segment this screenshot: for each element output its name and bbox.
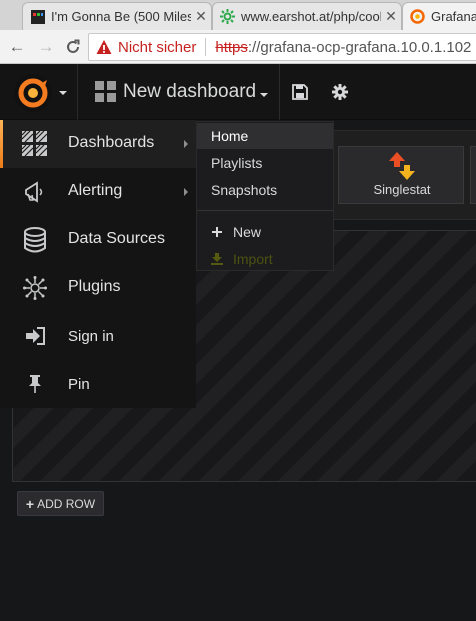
- panel-option-partial[interactable]: [470, 146, 476, 204]
- url-divider: [205, 38, 207, 56]
- url-scheme: https: [215, 38, 248, 56]
- chevron-right-icon: [184, 188, 188, 196]
- sidemenu-label: Data Sources: [68, 230, 165, 247]
- chevron-down-icon: [59, 91, 67, 95]
- sidemenu-label: Plugins: [68, 278, 121, 295]
- sidemenu-label: Pin: [68, 376, 90, 393]
- submenu-item-home[interactable]: Home: [197, 123, 333, 149]
- spinner-icon: [220, 9, 235, 24]
- sidemenu-label: Alerting: [68, 182, 123, 199]
- forward-icon[interactable]: →: [35, 36, 57, 58]
- grafana-icon: [410, 9, 425, 24]
- sidemenu-item-dashboards[interactable]: Dashboards: [0, 120, 196, 168]
- sidemenu-item-alerting[interactable]: Alerting: [0, 168, 196, 216]
- browser-tab-1[interactable]: I'm Gonna Be (500 Miles) ✕: [22, 2, 212, 30]
- submenu-label: New: [233, 224, 262, 240]
- warning-icon[interactable]: [96, 39, 112, 55]
- sidemenu-item-plugins[interactable]: Plugins: [0, 264, 196, 312]
- chevron-right-icon: [184, 140, 188, 148]
- security-label[interactable]: Nicht sicher: [118, 39, 196, 56]
- database-icon: [22, 227, 48, 253]
- grafana-logo-icon: [14, 74, 52, 112]
- sidemenu-item-data-sources[interactable]: Data Sources: [0, 216, 196, 264]
- sign-in-icon: [22, 323, 48, 349]
- active-indicator: [0, 120, 3, 168]
- browser-tab-3[interactable]: Grafana: [402, 2, 476, 30]
- dashboards-grid-icon: [95, 81, 117, 108]
- sidemenu-item-sign-in[interactable]: Sign in: [0, 312, 196, 360]
- grafana-navbar: New dashboard: [0, 64, 476, 120]
- pin-icon: [22, 371, 48, 397]
- singlestat-icon: [389, 152, 415, 185]
- dashboard-picker[interactable]: New dashboard: [80, 64, 280, 120]
- submenu-label: Playlists: [211, 155, 263, 171]
- browser-tab-2[interactable]: www.earshot.at/php/cook ✕: [212, 2, 402, 30]
- plus-icon: [211, 227, 223, 237]
- submenu-item-snapshots[interactable]: Snapshots: [197, 177, 333, 203]
- submenu-item-new[interactable]: New: [197, 219, 333, 245]
- close-tab-icon[interactable]: ✕: [191, 8, 211, 25]
- gear-icon[interactable]: [330, 82, 350, 102]
- chevron-down-icon: [260, 93, 268, 97]
- plugins-icon: [22, 275, 48, 301]
- grafana-menu-button[interactable]: [0, 64, 78, 120]
- singlestat-panel-option[interactable]: Singlestat: [338, 146, 464, 204]
- reload-icon[interactable]: [62, 36, 84, 58]
- tab-title: I'm Gonna Be (500 Miles): [51, 9, 191, 24]
- side-menu: Dashboards Alerting Data Sources Plugins…: [0, 120, 196, 408]
- sidemenu-label: Sign in: [68, 328, 114, 345]
- submenu-item-import[interactable]: Import: [197, 246, 333, 272]
- submenu-item-playlists[interactable]: Playlists: [197, 150, 333, 176]
- import-icon: [211, 253, 223, 265]
- dashboards-submenu: Home Playlists Snapshots New Import: [196, 121, 334, 271]
- media-icon: [30, 9, 45, 24]
- dashboards-icon: [22, 131, 48, 157]
- tab-title: Grafana: [431, 9, 476, 24]
- singlestat-label: Singlestat: [373, 182, 431, 197]
- dashboard-title[interactable]: New dashboard: [123, 81, 256, 103]
- back-icon[interactable]: ←: [6, 36, 28, 58]
- submenu-label: Home: [211, 128, 249, 144]
- sidemenu-item-pin[interactable]: Pin: [0, 360, 196, 408]
- submenu-label: Import: [233, 251, 273, 267]
- submenu-label: Snapshots: [211, 182, 278, 198]
- plus-icon: +: [25, 495, 35, 512]
- url-field[interactable]: Nicht sicher https ://grafana-ocp-grafan…: [88, 33, 476, 61]
- url-host: ://grafana-ocp-grafana.10.0.1.102: [247, 38, 472, 56]
- alerting-icon: [22, 179, 48, 205]
- sidemenu-label: Dashboards: [68, 134, 155, 151]
- address-bar: ← → Nicht sicher https ://grafana-ocp-gr…: [0, 30, 476, 64]
- save-icon[interactable]: [290, 82, 310, 102]
- tab-title: www.earshot.at/php/cook: [241, 9, 381, 24]
- close-tab-icon[interactable]: ✕: [381, 8, 401, 25]
- add-row-label: ADD ROW: [37, 496, 96, 511]
- submenu-divider: [197, 210, 333, 211]
- browser-tab-strip: I'm Gonna Be (500 Miles) ✕ www.earshot.a…: [0, 0, 476, 30]
- add-row-button[interactable]: + ADD ROW: [17, 491, 104, 516]
